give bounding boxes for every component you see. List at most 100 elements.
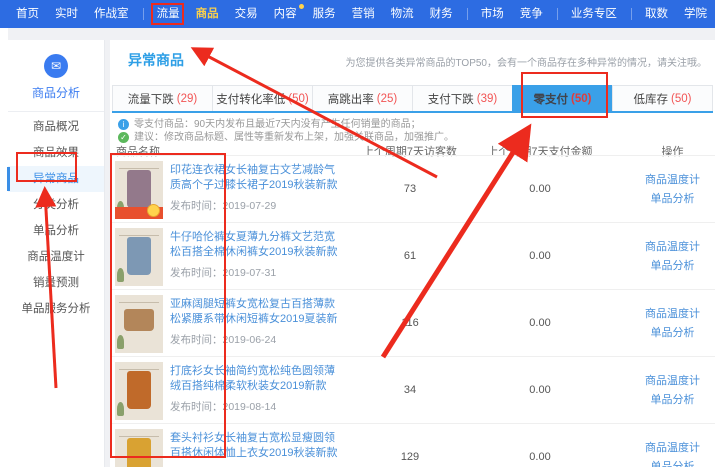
publish-date: 发布时间：2019-08-14 [170, 399, 276, 414]
goods-thermometer-link[interactable]: 商品温度计 [630, 305, 715, 324]
nav-item-trade[interactable]: 交易 [227, 0, 266, 28]
payment-amount: 0.00 [480, 451, 600, 463]
payment-amount: 0.00 [480, 183, 600, 195]
plant-decor [117, 335, 124, 349]
sidebar-item-sales-forecast[interactable]: 销量预测 [8, 270, 104, 296]
single-item-analysis-link[interactable]: 单品分析 [630, 324, 715, 343]
table-row: 亚麻阔腿短裤女宽松复古百搭薄款松紧腰系带休闲短裤女2019夏装新 发布时间：20… [110, 289, 715, 356]
sidebar-item-abnormal-goods[interactable]: 异常商品 [8, 166, 104, 192]
hint-definition: i 零支付商品：90天内发布且最近7天内没有产生任何销量的商品； [118, 118, 454, 131]
product-title-link[interactable]: 印花连衣裙女长袖复古文艺减龄气质高个子过膝长裙子2019秋装新款 [170, 163, 342, 193]
sidebar-header: ✉ 商品分析 [8, 40, 104, 111]
product-image[interactable] [115, 161, 163, 219]
tab-label: 支付转化率低 [216, 91, 285, 107]
tab-zero-payment[interactable]: 零支付 (50) [512, 85, 612, 111]
table-body: 印花连衣裙女长袖复古文艺减龄气质高个子过膝长裙子2019秋装新款 发布时间：20… [110, 155, 715, 467]
product-title-link[interactable]: 打底衫女长袖简约宽松纯色圆领薄绒百搭纯棉柔软秋装女2019新款 [170, 364, 342, 394]
tab-traffic-drop[interactable]: 流量下跌 (29) [112, 85, 212, 111]
product-image[interactable] [115, 228, 163, 286]
nav-item-marketing[interactable]: 营销 [344, 0, 383, 28]
tab-count: (50) [671, 93, 691, 105]
payment-amount: 0.00 [480, 384, 600, 396]
nav-item-goods[interactable]: 商品 [188, 0, 227, 28]
product-title-link[interactable]: 亚麻阔腿短裤女宽松复古百搭薄款松紧腰系带休闲短裤女2019夏装新 [170, 297, 342, 327]
clothing-shape [127, 371, 151, 409]
tab-count: (29) [177, 93, 197, 105]
sidebar-item-goods-effect[interactable]: 商品效果 [8, 140, 104, 166]
visitor-count: 73 [340, 183, 480, 195]
nav-item-business-zone[interactable]: 业务专区 [563, 0, 625, 28]
single-item-analysis-link[interactable]: 单品分析 [630, 458, 715, 467]
clothing-shape [127, 438, 151, 467]
tab-low-stock[interactable]: 低库存 (50) [612, 85, 713, 111]
hint-text: 零支付商品：90天内发布且最近7天内没有产生任何销量的商品； [134, 118, 421, 131]
nav-item-finance[interactable]: 财务 [422, 0, 461, 28]
single-item-analysis-link[interactable]: 单品分析 [630, 391, 715, 410]
tab-low-conversion[interactable]: 支付转化率低 (50) [212, 85, 312, 111]
table-row: 套头衬衫女长袖复古宽松显瘦圆领百搭休闲体恤上衣女2019秋装新款 发布时间：20… [110, 423, 715, 467]
hanger-rod [119, 235, 159, 236]
tab-label: 流量下跌 [128, 91, 174, 107]
nav-item-market[interactable]: 市场 [473, 0, 512, 28]
nav-item-academy[interactable]: 学院 [676, 0, 715, 28]
tab-count: (50) [288, 93, 308, 105]
app-window: 首页 实时 作战室 流量 商品 交易 内容 服务 营销 物流 财务 市场 竞争 … [0, 0, 715, 467]
plant-decor [117, 268, 124, 282]
single-item-analysis-link[interactable]: 单品分析 [630, 257, 715, 276]
sidebar-item-goods-overview[interactable]: 商品概况 [8, 114, 104, 140]
row-actions: 商品温度计 单品分析 [630, 305, 715, 343]
goods-thermometer-link[interactable]: 商品温度计 [630, 238, 715, 257]
page-title: 异常商品 [128, 50, 184, 70]
sidebar-item-goods-thermometer[interactable]: 商品温度计 [8, 244, 104, 270]
tab-payment-drop[interactable]: 支付下跌 (39) [412, 85, 512, 111]
publish-date: 发布时间：2019-07-31 [170, 265, 276, 280]
tab-label: 支付下跌 [428, 91, 474, 107]
goods-thermometer-link[interactable]: 商品温度计 [630, 171, 715, 190]
clothing-shape [124, 309, 154, 331]
goods-thermometer-link[interactable]: 商品温度计 [630, 372, 715, 391]
active-indicator [7, 167, 10, 191]
table-header: 商品名称 上个周期7天访客数 上个周期7天支付金额 操作 [110, 143, 715, 155]
nav-item-data-fetch[interactable]: 取数 [637, 0, 676, 28]
nav-item-logistics[interactable]: 物流 [383, 0, 422, 28]
page-note: 为您提供各类异常商品的TOP50，会有一个商品存在多种异常的情况，请关注哦。 [346, 54, 708, 69]
single-item-analysis-link[interactable]: 单品分析 [630, 190, 715, 209]
plant-decor [117, 402, 124, 416]
clothing-shape [127, 237, 151, 275]
row-actions: 商品温度计 单品分析 [630, 439, 715, 467]
sidebar-item-single-item-service[interactable]: 单品服务分析 [8, 296, 104, 322]
nav-item-traffic[interactable]: 流量 [149, 0, 188, 28]
sidebar-item-category-analysis[interactable]: 分类分析 [8, 192, 104, 218]
sidebar-item-label: 异常商品 [33, 173, 79, 185]
product-title-link[interactable]: 牛仔哈伦裤女夏薄九分裤文艺范宽松百搭全棉休闲裤女2019秋装新款 [170, 230, 342, 260]
product-image[interactable] [115, 295, 163, 353]
nav-item-competition[interactable]: 竞争 [512, 0, 551, 28]
table-row: 打底衫女长袖简约宽松纯色圆领薄绒百搭纯棉柔软秋装女2019新款 发布时间：201… [110, 356, 715, 423]
visitor-count: 129 [340, 451, 480, 463]
sidebar-item-single-item-analysis[interactable]: 单品分析 [8, 218, 104, 244]
promo-seal-icon [147, 204, 160, 217]
top-nav: 首页 实时 作战室 流量 商品 交易 内容 服务 营销 物流 财务 市场 竞争 … [0, 0, 715, 28]
hanger-rod [119, 369, 159, 370]
nav-item-service[interactable]: 服务 [305, 0, 344, 28]
nav-item-home[interactable]: 首页 [8, 0, 47, 28]
product-image[interactable] [115, 429, 163, 467]
goods-thermometer-link[interactable]: 商品温度计 [630, 439, 715, 458]
product-image[interactable] [115, 362, 163, 420]
nav-item-content-label: 内容 [274, 8, 297, 20]
tab-count: (25) [377, 93, 397, 105]
nav-item-realtime[interactable]: 实时 [47, 0, 86, 28]
visitor-count: 116 [340, 317, 480, 329]
sidebar-title: 商品分析 [8, 84, 104, 111]
nav-item-content[interactable]: 内容 [266, 0, 305, 28]
hanger-rod [119, 168, 159, 169]
hint-block: i 零支付商品：90天内发布且最近7天内没有产生任何销量的商品； ✓ 建议：修改… [118, 118, 454, 144]
tab-count: (50) [571, 93, 591, 105]
hanger-rod [119, 436, 159, 437]
publish-date: 发布时间：2019-06-24 [170, 332, 276, 347]
nav-item-warroom[interactable]: 作战室 [86, 0, 137, 28]
tab-bar: 流量下跌 (29) 支付转化率低 (50) 高跳出率 (25) 支付下跌 (39… [112, 85, 713, 113]
tab-label: 低库存 [634, 91, 669, 107]
product-title-link[interactable]: 套头衬衫女长袖复古宽松显瘦圆领百搭休闲体恤上衣女2019秋装新款 [170, 431, 342, 461]
tab-high-bounce[interactable]: 高跳出率 (25) [312, 85, 412, 111]
